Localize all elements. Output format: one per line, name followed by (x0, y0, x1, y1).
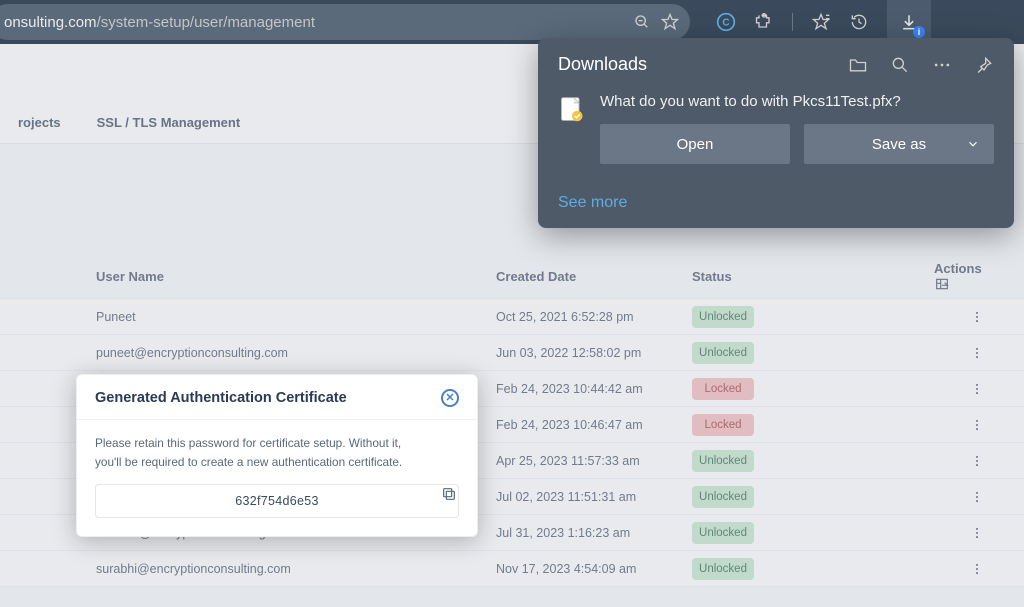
url-path: /system-setup/user/management (97, 14, 315, 31)
row-menu-icon[interactable] (970, 418, 994, 432)
row-menu-icon[interactable] (970, 382, 994, 396)
pin-icon[interactable] (974, 55, 994, 75)
status-badge: Locked (692, 378, 754, 400)
status-badge: Unlocked (692, 522, 754, 544)
folder-icon[interactable] (848, 55, 868, 75)
table-row: PuneetOct 25, 2021 6:52:28 pmUnlocked (0, 299, 1024, 335)
header-status[interactable]: Status (692, 269, 822, 284)
svg-text:C: C (722, 17, 729, 28)
zoom-out-icon[interactable] (634, 14, 650, 30)
cell-status: Unlocked (692, 450, 822, 472)
cell-date: Jun 03, 2022 12:58:02 pm (496, 346, 692, 360)
more-icon[interactable] (932, 55, 952, 75)
search-icon[interactable] (890, 55, 910, 75)
table-row: surabhi@encryptionconsulting.comNov 17, … (0, 551, 1024, 587)
row-menu-icon[interactable] (970, 454, 994, 468)
extensions-icon[interactable] (754, 12, 774, 32)
table-row: puneet@encryptionconsulting.comJun 03, 2… (0, 335, 1024, 371)
cell-date: Jul 31, 2023 1:16:23 am (496, 526, 692, 540)
password-field[interactable]: 632f754d6e53 (95, 484, 459, 518)
save-as-label: Save as (872, 136, 926, 153)
row-menu-icon[interactable] (970, 346, 994, 360)
header-actions: Actions (934, 261, 994, 292)
see-more-link[interactable]: See more (558, 194, 994, 212)
favorite-icon[interactable] (660, 12, 680, 32)
save-as-button[interactable]: Save as (804, 124, 994, 164)
cell-status: Unlocked (692, 558, 822, 580)
cell-status: Locked (692, 414, 822, 436)
certificate-modal: Generated Authentication Certificate ✕ P… (76, 374, 478, 537)
favorites-icon[interactable] (811, 12, 831, 32)
status-badge: Unlocked (692, 450, 754, 472)
profile-icon[interactable]: C (716, 12, 736, 32)
status-badge: Unlocked (692, 342, 754, 364)
copy-icon[interactable] (441, 486, 457, 502)
cell-user: Puneet (96, 310, 496, 324)
columns-icon[interactable] (934, 276, 994, 292)
cell-user: puneet@encryptionconsulting.com (96, 346, 496, 360)
cell-user: surabhi@encryptionconsulting.com (96, 562, 496, 576)
table-header: User Name Created Date Status Actions (0, 254, 1024, 298)
download-badge: i (913, 26, 925, 38)
row-menu-icon[interactable] (970, 526, 994, 540)
download-question: What do you want to do with Pkcs11Test.p… (600, 93, 994, 110)
modal-message: Please retain this password for certific… (95, 434, 459, 472)
row-menu-icon[interactable] (970, 562, 994, 576)
cell-date: Apr 25, 2023 11:57:33 am (496, 454, 692, 468)
cell-date: Feb 24, 2023 10:46:47 am (496, 418, 692, 432)
status-badge: Unlocked (692, 486, 754, 508)
downloads-title: Downloads (558, 54, 848, 75)
status-badge: Unlocked (692, 306, 754, 328)
chevron-down-icon[interactable] (966, 137, 980, 151)
history-icon[interactable] (849, 12, 869, 32)
close-icon[interactable]: ✕ (441, 389, 459, 407)
cell-date: Jul 02, 2023 11:51:31 am (496, 490, 692, 504)
status-badge: Unlocked (692, 558, 754, 580)
cell-status: Unlocked (692, 522, 822, 544)
status-badge: Locked (692, 414, 754, 436)
row-menu-icon[interactable] (970, 490, 994, 504)
downloads-popup: Downloads What do you want to do with Pk… (538, 38, 1014, 228)
cell-date: Oct 25, 2021 6:52:28 pm (496, 310, 692, 324)
cell-status: Unlocked (692, 342, 822, 364)
cell-status: Locked (692, 378, 822, 400)
tab-ssl-tls[interactable]: SSL / TLS Management (79, 115, 259, 130)
address-bar[interactable]: onsulting.com/system-setup/user/manageme… (0, 4, 690, 40)
row-menu-icon[interactable] (970, 310, 994, 324)
tab-projects[interactable]: rojects (0, 115, 79, 130)
header-date[interactable]: Created Date (496, 269, 692, 284)
separator (792, 13, 793, 31)
cell-status: Unlocked (692, 486, 822, 508)
cell-date: Nov 17, 2023 4:54:09 am (496, 562, 692, 576)
file-icon (558, 95, 586, 123)
cell-date: Feb 24, 2023 10:44:42 am (496, 382, 692, 396)
url-host: onsulting.com (4, 14, 97, 31)
header-user[interactable]: User Name (96, 269, 496, 284)
open-button[interactable]: Open (600, 124, 790, 164)
cell-status: Unlocked (692, 306, 822, 328)
modal-title: Generated Authentication Certificate (95, 390, 441, 406)
